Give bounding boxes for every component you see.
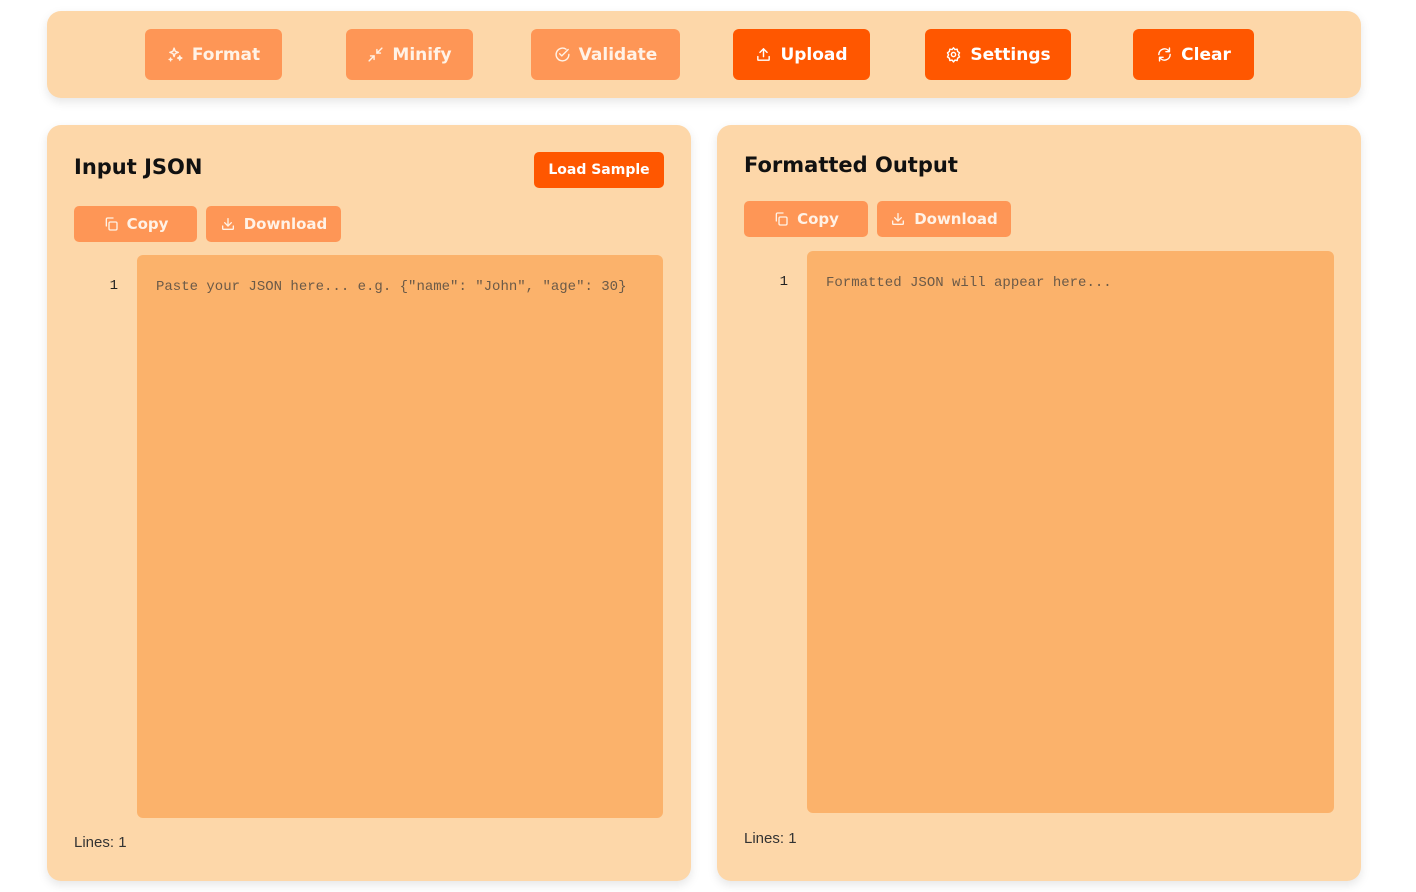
output-download-button[interactable]: Download [877, 201, 1011, 237]
gear-icon [947, 47, 961, 63]
input-copy-button[interactable]: Copy [74, 206, 197, 242]
toolbar: Format Minify Validate Upload Settings C… [47, 11, 1361, 98]
input-copy-label: Copy [126, 215, 169, 233]
refresh-icon [1158, 47, 1172, 62]
download-icon [892, 213, 905, 225]
minify-button[interactable]: Minify [346, 29, 473, 80]
output-panel-title: Formatted Output [744, 153, 958, 177]
clear-label: Clear [1181, 44, 1231, 65]
check-circle-icon [555, 47, 570, 62]
clear-button[interactable]: Clear [1133, 29, 1254, 80]
format-button[interactable]: Format [145, 29, 282, 80]
copy-icon [105, 217, 118, 231]
minimize-icon [368, 47, 384, 62]
input-line-number: 1 [109, 278, 118, 294]
json-output-editor[interactable]: Formatted JSON will appear here... [807, 251, 1334, 813]
upload-icon [757, 48, 771, 61]
copy-icon [775, 212, 788, 226]
input-placeholder: Paste your JSON here... e.g. {"name": "J… [156, 279, 627, 295]
input-panel-title: Input JSON [74, 155, 203, 179]
minify-label: Minify [392, 44, 452, 65]
sparkles-icon [168, 47, 183, 62]
output-lines-status: Lines: 1 [744, 830, 797, 847]
input-download-button[interactable]: Download [206, 206, 341, 242]
output-copy-button[interactable]: Copy [744, 201, 868, 237]
json-input-editor[interactable]: Paste your JSON here... e.g. {"name": "J… [137, 255, 663, 818]
output-download-label: Download [914, 210, 998, 228]
output-placeholder: Formatted JSON will appear here... [826, 275, 1112, 291]
output-line-number: 1 [779, 274, 788, 290]
settings-label: Settings [970, 44, 1051, 65]
input-lines-status: Lines: 1 [74, 834, 127, 851]
upload-button[interactable]: Upload [733, 29, 870, 80]
validate-button[interactable]: Validate [531, 29, 680, 80]
settings-button[interactable]: Settings [925, 29, 1071, 80]
format-label: Format [191, 44, 261, 65]
download-icon [221, 218, 234, 230]
upload-label: Upload [780, 44, 848, 65]
validate-label: Validate [578, 44, 658, 65]
output-panel: Formatted Output Copy Download 1 Formatt… [717, 125, 1361, 881]
input-download-label: Download [243, 215, 328, 233]
output-copy-label: Copy [797, 210, 839, 228]
load-sample-button[interactable]: Load Sample [534, 152, 664, 188]
input-panel: Input JSON Load Sample Copy Download 1 P… [47, 125, 691, 881]
